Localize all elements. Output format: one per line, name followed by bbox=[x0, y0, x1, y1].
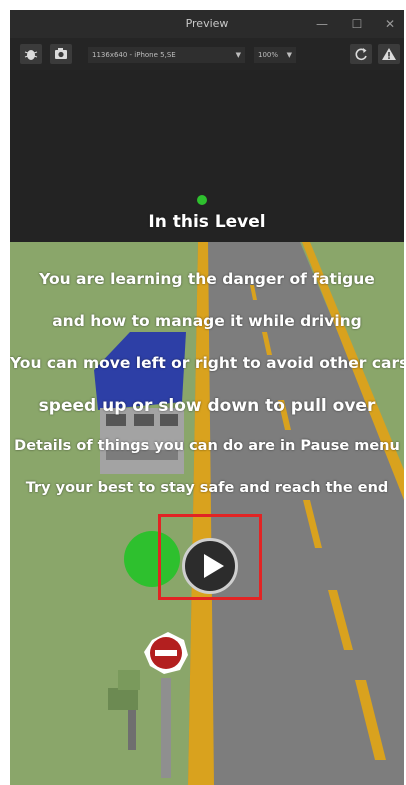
warning-icon[interactable] bbox=[378, 44, 400, 64]
instruction-line-4: speed up or slow down to pull over bbox=[38, 396, 376, 416]
instruction-line-6: Try your best to stay safe and reach the… bbox=[25, 480, 389, 496]
chevron-down-icon: ▼ bbox=[286, 51, 292, 59]
zoom-select[interactable]: 100% ▼ bbox=[254, 47, 296, 63]
level-heading: In this Level bbox=[148, 212, 266, 232]
game-viewport[interactable]: In this Level You are learning the dange… bbox=[10, 70, 404, 785]
instruction-line-5: Details of things you can do are in Paus… bbox=[14, 438, 400, 454]
instruction-line-3: You can move left or right to avoid othe… bbox=[10, 354, 404, 372]
preview-toolbar: 1136x640 - iPhone 5,SE ▼ 100% ▼ bbox=[10, 38, 404, 70]
bug-icon[interactable] bbox=[20, 44, 42, 64]
preview-window: Preview — ☐ ✕ 1136x640 - iPhone 5,SE ▼ 1… bbox=[10, 10, 404, 785]
instruction-line-1: You are learning the danger of fatigue bbox=[39, 270, 375, 288]
camera-icon[interactable] bbox=[50, 44, 72, 64]
device-select[interactable]: 1136x640 - iPhone 5,SE ▼ bbox=[88, 47, 245, 63]
title-bar: Preview — ☐ ✕ bbox=[10, 10, 404, 38]
highlight-box bbox=[158, 514, 262, 600]
device-select-value: 1136x640 - iPhone 5,SE bbox=[92, 51, 176, 59]
zoom-select-value: 100% bbox=[258, 51, 279, 59]
minimize-button[interactable]: — bbox=[310, 14, 334, 34]
green-light bbox=[197, 195, 207, 205]
close-button[interactable]: ✕ bbox=[378, 14, 402, 34]
chevron-down-icon: ▼ bbox=[235, 51, 241, 59]
maximize-button[interactable]: ☐ bbox=[345, 14, 369, 34]
instruction-line-2: and how to manage it while driving bbox=[52, 312, 362, 330]
game-scene bbox=[10, 70, 404, 785]
refresh-icon[interactable] bbox=[350, 44, 372, 64]
